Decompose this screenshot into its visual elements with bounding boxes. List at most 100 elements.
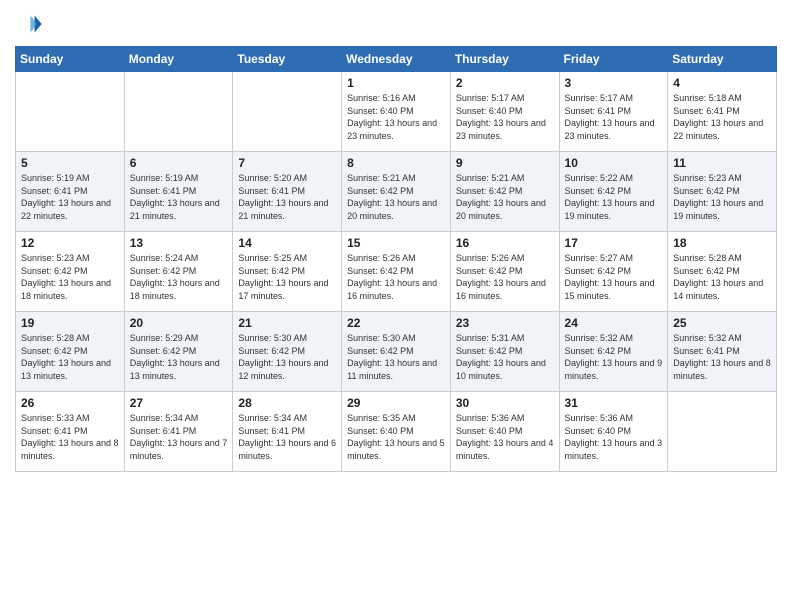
day-info: Sunrise: 5:30 AM Sunset: 6:42 PM Dayligh… [238,332,336,382]
header [15,10,777,38]
day-info: Sunrise: 5:17 AM Sunset: 6:40 PM Dayligh… [456,92,554,142]
day-info: Sunrise: 5:31 AM Sunset: 6:42 PM Dayligh… [456,332,554,382]
day-cell: 15Sunrise: 5:26 AM Sunset: 6:42 PM Dayli… [342,232,451,312]
day-number: 31 [565,396,663,410]
calendar-table: SundayMondayTuesdayWednesdayThursdayFrid… [15,46,777,472]
day-number: 3 [565,76,663,90]
day-number: 29 [347,396,445,410]
day-cell: 5 Sunrise: 5:19 AM Sunset: 6:41 PM Daylig… [16,152,125,232]
day-cell: 12 Sunrise: 5:23 AM Sunset: 6:42 PM Dayli… [16,232,125,312]
day-cell: 27 Sunrise: 5:34 AM Sunset: 6:41 PM Dayli… [124,392,233,472]
day-cell: 30Sunrise: 5:36 AM Sunset: 6:40 PM Dayli… [450,392,559,472]
header-cell-wednesday: Wednesday [342,47,451,72]
day-cell: 16 Sunrise: 5:26 AM Sunset: 6:42 PM Dayli… [450,232,559,312]
day-number: 11 [673,156,771,170]
day-info: Sunrise: 5:17 AM Sunset: 6:41 PM Dayligh… [565,92,663,142]
day-info: Sunrise: 5:29 AM Sunset: 6:42 PM Dayligh… [130,332,228,382]
header-row: SundayMondayTuesdayWednesdayThursdayFrid… [16,47,777,72]
day-cell: 2 Sunrise: 5:17 AM Sunset: 6:40 PM Daylig… [450,72,559,152]
day-info: Sunrise: 5:36 AM Sunset: 6:40 PM Dayligh… [565,412,663,462]
day-cell: 9 Sunrise: 5:21 AM Sunset: 6:42 PM Daylig… [450,152,559,232]
week-row-2: 5 Sunrise: 5:19 AM Sunset: 6:41 PM Daylig… [16,152,777,232]
day-number: 20 [130,316,228,330]
day-cell [233,72,342,152]
calendar-body: 1 Sunrise: 5:16 AM Sunset: 6:40 PM Daylig… [16,72,777,472]
day-cell: 13Sunrise: 5:24 AM Sunset: 6:42 PM Dayli… [124,232,233,312]
day-number: 6 [130,156,228,170]
day-cell: 3 Sunrise: 5:17 AM Sunset: 6:41 PM Daylig… [559,72,668,152]
day-cell: 8 Sunrise: 5:21 AM Sunset: 6:42 PM Daylig… [342,152,451,232]
day-cell: 22 Sunrise: 5:30 AM Sunset: 6:42 PM Dayli… [342,312,451,392]
day-cell: 14 Sunrise: 5:25 AM Sunset: 6:42 PM Dayli… [233,232,342,312]
day-cell [124,72,233,152]
day-info: Sunrise: 5:32 AM Sunset: 6:42 PM Dayligh… [565,332,663,382]
day-info: Sunrise: 5:16 AM Sunset: 6:40 PM Dayligh… [347,92,445,142]
day-info: Sunrise: 5:22 AM Sunset: 6:42 PM Dayligh… [565,172,663,222]
week-row-3: 12 Sunrise: 5:23 AM Sunset: 6:42 PM Dayli… [16,232,777,312]
day-number: 19 [21,316,119,330]
day-cell: 1 Sunrise: 5:16 AM Sunset: 6:40 PM Daylig… [342,72,451,152]
day-cell: 11 Sunrise: 5:23 AM Sunset: 6:42 PM Dayli… [668,152,777,232]
day-info: Sunrise: 5:32 AM Sunset: 6:41 PM Dayligh… [673,332,771,382]
logo [15,10,47,38]
day-info: Sunrise: 5:35 AM Sunset: 6:40 PM Dayligh… [347,412,445,462]
day-info: Sunrise: 5:19 AM Sunset: 6:41 PM Dayligh… [21,172,119,222]
logo-icon [15,10,43,38]
day-cell [16,72,125,152]
day-cell: 25 Sunrise: 5:32 AM Sunset: 6:41 PM Dayli… [668,312,777,392]
day-info: Sunrise: 5:34 AM Sunset: 6:41 PM Dayligh… [238,412,336,462]
day-number: 12 [21,236,119,250]
day-cell: 23 Sunrise: 5:31 AM Sunset: 6:42 PM Dayli… [450,312,559,392]
day-number: 7 [238,156,336,170]
day-cell: 7 Sunrise: 5:20 AM Sunset: 6:41 PM Daylig… [233,152,342,232]
day-info: Sunrise: 5:34 AM Sunset: 6:41 PM Dayligh… [130,412,228,462]
day-number: 21 [238,316,336,330]
day-cell: 28 Sunrise: 5:34 AM Sunset: 6:41 PM Dayli… [233,392,342,472]
day-info: Sunrise: 5:25 AM Sunset: 6:42 PM Dayligh… [238,252,336,302]
calendar-header: SundayMondayTuesdayWednesdayThursdayFrid… [16,47,777,72]
day-info: Sunrise: 5:26 AM Sunset: 6:42 PM Dayligh… [456,252,554,302]
day-number: 2 [456,76,554,90]
day-number: 25 [673,316,771,330]
day-number: 24 [565,316,663,330]
day-number: 8 [347,156,445,170]
day-number: 5 [21,156,119,170]
day-info: Sunrise: 5:27 AM Sunset: 6:42 PM Dayligh… [565,252,663,302]
day-info: Sunrise: 5:23 AM Sunset: 6:42 PM Dayligh… [673,172,771,222]
day-cell: 21 Sunrise: 5:30 AM Sunset: 6:42 PM Dayli… [233,312,342,392]
day-cell: 31 Sunrise: 5:36 AM Sunset: 6:40 PM Dayli… [559,392,668,472]
week-row-1: 1 Sunrise: 5:16 AM Sunset: 6:40 PM Daylig… [16,72,777,152]
day-info: Sunrise: 5:21 AM Sunset: 6:42 PM Dayligh… [456,172,554,222]
day-info: Sunrise: 5:20 AM Sunset: 6:41 PM Dayligh… [238,172,336,222]
day-number: 14 [238,236,336,250]
day-info: Sunrise: 5:19 AM Sunset: 6:41 PM Dayligh… [130,172,228,222]
day-cell: 4Sunrise: 5:18 AM Sunset: 6:41 PM Daylig… [668,72,777,152]
day-number: 17 [565,236,663,250]
day-cell: 6 Sunrise: 5:19 AM Sunset: 6:41 PM Daylig… [124,152,233,232]
day-info: Sunrise: 5:24 AM Sunset: 6:42 PM Dayligh… [130,252,228,302]
day-cell: 20 Sunrise: 5:29 AM Sunset: 6:42 PM Dayli… [124,312,233,392]
week-row-5: 26 Sunrise: 5:33 AM Sunset: 6:41 PM Dayli… [16,392,777,472]
day-number: 9 [456,156,554,170]
day-cell: 10Sunrise: 5:22 AM Sunset: 6:42 PM Dayli… [559,152,668,232]
day-number: 22 [347,316,445,330]
page: SundayMondayTuesdayWednesdayThursdayFrid… [0,0,792,612]
day-number: 16 [456,236,554,250]
day-number: 28 [238,396,336,410]
day-cell: 26 Sunrise: 5:33 AM Sunset: 6:41 PM Dayli… [16,392,125,472]
day-number: 27 [130,396,228,410]
day-number: 23 [456,316,554,330]
header-cell-tuesday: Tuesday [233,47,342,72]
day-info: Sunrise: 5:30 AM Sunset: 6:42 PM Dayligh… [347,332,445,382]
day-info: Sunrise: 5:28 AM Sunset: 6:42 PM Dayligh… [21,332,119,382]
day-number: 15 [347,236,445,250]
day-number: 30 [456,396,554,410]
day-info: Sunrise: 5:33 AM Sunset: 6:41 PM Dayligh… [21,412,119,462]
day-number: 1 [347,76,445,90]
day-number: 18 [673,236,771,250]
day-number: 26 [21,396,119,410]
header-cell-sunday: Sunday [16,47,125,72]
header-cell-monday: Monday [124,47,233,72]
day-info: Sunrise: 5:21 AM Sunset: 6:42 PM Dayligh… [347,172,445,222]
day-info: Sunrise: 5:23 AM Sunset: 6:42 PM Dayligh… [21,252,119,302]
